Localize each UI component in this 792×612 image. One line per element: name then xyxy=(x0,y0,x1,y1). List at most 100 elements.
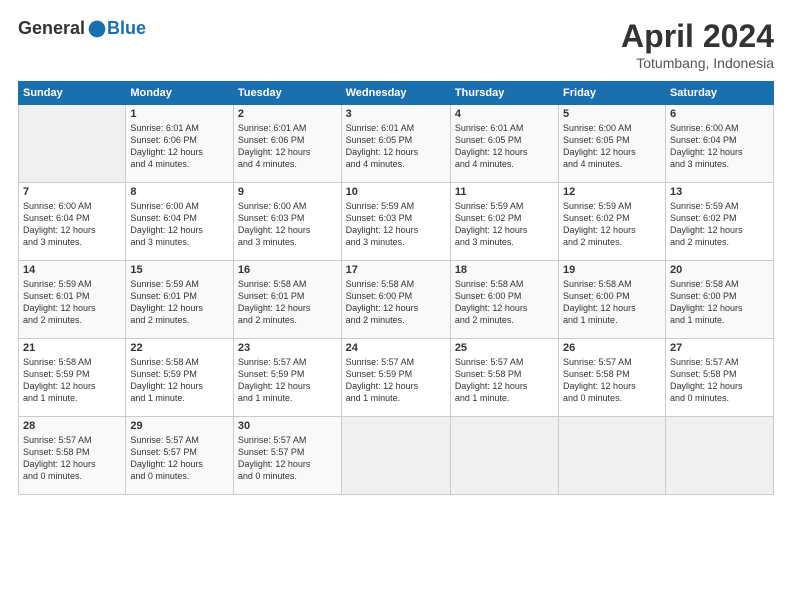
table-row: 29 Sunrise: 5:57 AM Sunset: 5:57 PM Dayli… xyxy=(126,417,234,495)
day-info: Sunrise: 5:58 AM Sunset: 6:00 PM Dayligh… xyxy=(455,278,554,327)
table-row: 22 Sunrise: 5:58 AM Sunset: 5:59 PM Dayli… xyxy=(126,339,234,417)
day-number: 21 xyxy=(23,342,121,354)
calendar-header-row: Sunday Monday Tuesday Wednesday Thursday… xyxy=(19,82,774,105)
day-number: 20 xyxy=(670,264,769,276)
day-number: 23 xyxy=(238,342,337,354)
col-monday: Monday xyxy=(126,82,234,105)
day-info: Sunrise: 5:58 AM Sunset: 5:59 PM Dayligh… xyxy=(23,356,121,405)
day-info: Sunrise: 5:57 AM Sunset: 5:58 PM Dayligh… xyxy=(670,356,769,405)
day-info: Sunrise: 6:00 AM Sunset: 6:04 PM Dayligh… xyxy=(670,122,769,171)
table-row: 20 Sunrise: 5:58 AM Sunset: 6:00 PM Dayli… xyxy=(665,261,773,339)
table-row: 13 Sunrise: 5:59 AM Sunset: 6:02 PM Dayli… xyxy=(665,183,773,261)
day-info: Sunrise: 5:58 AM Sunset: 6:00 PM Dayligh… xyxy=(670,278,769,327)
day-number: 8 xyxy=(130,186,229,198)
day-info: Sunrise: 5:58 AM Sunset: 6:00 PM Dayligh… xyxy=(563,278,661,327)
table-row: 5Sunrise: 6:00 AM Sunset: 6:05 PM Daylig… xyxy=(559,105,666,183)
col-sunday: Sunday xyxy=(19,82,126,105)
page: General Blue April 2024 Totumbang, Indon… xyxy=(0,0,792,612)
table-row: 7 Sunrise: 6:00 AM Sunset: 6:04 PM Daylig… xyxy=(19,183,126,261)
logo: General Blue xyxy=(18,18,146,39)
logo-general: General xyxy=(18,18,85,39)
table-row: 26 Sunrise: 5:57 AM Sunset: 5:58 PM Dayli… xyxy=(559,339,666,417)
table-row: 28 Sunrise: 5:57 AM Sunset: 5:58 PM Dayli… xyxy=(19,417,126,495)
day-info: Sunrise: 5:57 AM Sunset: 5:58 PM Dayligh… xyxy=(23,434,121,483)
day-number: 18 xyxy=(455,264,554,276)
day-info: Sunrise: 5:59 AM Sunset: 6:03 PM Dayligh… xyxy=(346,200,446,249)
col-tuesday: Tuesday xyxy=(233,82,341,105)
table-row: 11Sunrise: 5:59 AM Sunset: 6:02 PM Dayli… xyxy=(450,183,558,261)
col-wednesday: Wednesday xyxy=(341,82,450,105)
table-row: 9 Sunrise: 6:00 AM Sunset: 6:03 PM Daylig… xyxy=(233,183,341,261)
table-row: 19 Sunrise: 5:58 AM Sunset: 6:00 PM Dayli… xyxy=(559,261,666,339)
location: Totumbang, Indonesia xyxy=(621,55,774,71)
day-number: 26 xyxy=(563,342,661,354)
day-number: 24 xyxy=(346,342,446,354)
day-number: 4 xyxy=(455,108,554,120)
day-number: 7 xyxy=(23,186,121,198)
table-row: 3 Sunrise: 6:01 AM Sunset: 6:05 PM Daylig… xyxy=(341,105,450,183)
day-number: 2 xyxy=(238,108,337,120)
day-info: Sunrise: 5:58 AM Sunset: 6:01 PM Dayligh… xyxy=(238,278,337,327)
table-row: 8 Sunrise: 6:00 AM Sunset: 6:04 PM Daylig… xyxy=(126,183,234,261)
table-row xyxy=(665,417,773,495)
day-number: 12 xyxy=(563,186,661,198)
day-info: Sunrise: 5:57 AM Sunset: 5:57 PM Dayligh… xyxy=(238,434,337,483)
col-saturday: Saturday xyxy=(665,82,773,105)
calendar-week-row: 28 Sunrise: 5:57 AM Sunset: 5:58 PM Dayli… xyxy=(19,417,774,495)
day-info: Sunrise: 5:58 AM Sunset: 6:00 PM Dayligh… xyxy=(346,278,446,327)
table-row: 16Sunrise: 5:58 AM Sunset: 6:01 PM Dayli… xyxy=(233,261,341,339)
day-info: Sunrise: 5:57 AM Sunset: 5:59 PM Dayligh… xyxy=(238,356,337,405)
day-number: 19 xyxy=(563,264,661,276)
col-thursday: Thursday xyxy=(450,82,558,105)
calendar-week-row: 21 Sunrise: 5:58 AM Sunset: 5:59 PM Dayli… xyxy=(19,339,774,417)
day-info: Sunrise: 6:00 AM Sunset: 6:03 PM Dayligh… xyxy=(238,200,337,249)
table-row: 27Sunrise: 5:57 AM Sunset: 5:58 PM Dayli… xyxy=(665,339,773,417)
table-row: 24Sunrise: 5:57 AM Sunset: 5:59 PM Dayli… xyxy=(341,339,450,417)
logo-text: General Blue xyxy=(18,18,146,39)
logo-icon xyxy=(87,19,107,39)
table-row: 18 Sunrise: 5:58 AM Sunset: 6:00 PM Dayli… xyxy=(450,261,558,339)
table-row xyxy=(559,417,666,495)
day-number: 28 xyxy=(23,420,121,432)
table-row: 15 Sunrise: 5:59 AM Sunset: 6:01 PM Dayli… xyxy=(126,261,234,339)
calendar-week-row: 7 Sunrise: 6:00 AM Sunset: 6:04 PM Daylig… xyxy=(19,183,774,261)
table-row: 10 Sunrise: 5:59 AM Sunset: 6:03 PM Dayli… xyxy=(341,183,450,261)
day-number: 9 xyxy=(238,186,337,198)
table-row: 6 Sunrise: 6:00 AM Sunset: 6:04 PM Daylig… xyxy=(665,105,773,183)
col-friday: Friday xyxy=(559,82,666,105)
calendar-week-row: 14 Sunrise: 5:59 AM Sunset: 6:01 PM Dayli… xyxy=(19,261,774,339)
day-info: Sunrise: 5:57 AM Sunset: 5:57 PM Dayligh… xyxy=(130,434,229,483)
table-row: 14Sunrise: 5:59 AM Sunset: 6:01 PM Dayli… xyxy=(19,261,126,339)
day-number: 11 xyxy=(455,186,554,198)
table-row: 2 Sunrise: 6:01 AM Sunset: 6:06 PM Daylig… xyxy=(233,105,341,183)
day-number: 13 xyxy=(670,186,769,198)
day-number: 6 xyxy=(670,108,769,120)
day-info: Sunrise: 5:58 AM Sunset: 5:59 PM Dayligh… xyxy=(130,356,229,405)
day-info: Sunrise: 5:57 AM Sunset: 5:58 PM Dayligh… xyxy=(563,356,661,405)
day-number: 10 xyxy=(346,186,446,198)
table-row xyxy=(341,417,450,495)
table-row: 21 Sunrise: 5:58 AM Sunset: 5:59 PM Dayli… xyxy=(19,339,126,417)
month-title: April 2024 xyxy=(621,18,774,55)
day-info: Sunrise: 5:59 AM Sunset: 6:01 PM Dayligh… xyxy=(130,278,229,327)
table-row: 25Sunrise: 5:57 AM Sunset: 5:58 PM Dayli… xyxy=(450,339,558,417)
day-number: 14 xyxy=(23,264,121,276)
day-info: Sunrise: 6:01 AM Sunset: 6:05 PM Dayligh… xyxy=(346,122,446,171)
day-info: Sunrise: 6:00 AM Sunset: 6:04 PM Dayligh… xyxy=(130,200,229,249)
day-number: 25 xyxy=(455,342,554,354)
day-number: 22 xyxy=(130,342,229,354)
day-info: Sunrise: 6:01 AM Sunset: 6:06 PM Dayligh… xyxy=(238,122,337,171)
logo-blue: Blue xyxy=(107,18,146,39)
table-row: 17Sunrise: 5:58 AM Sunset: 6:00 PM Dayli… xyxy=(341,261,450,339)
day-number: 15 xyxy=(130,264,229,276)
day-number: 5 xyxy=(563,108,661,120)
table-row: 30 Sunrise: 5:57 AM Sunset: 5:57 PM Dayli… xyxy=(233,417,341,495)
day-number: 30 xyxy=(238,420,337,432)
day-number: 3 xyxy=(346,108,446,120)
day-number: 29 xyxy=(130,420,229,432)
calendar: Sunday Monday Tuesday Wednesday Thursday… xyxy=(18,81,774,495)
day-info: Sunrise: 6:00 AM Sunset: 6:04 PM Dayligh… xyxy=(23,200,121,249)
table-row: 12Sunrise: 5:59 AM Sunset: 6:02 PM Dayli… xyxy=(559,183,666,261)
table-row: 23 Sunrise: 5:57 AM Sunset: 5:59 PM Dayli… xyxy=(233,339,341,417)
day-info: Sunrise: 5:59 AM Sunset: 6:02 PM Dayligh… xyxy=(670,200,769,249)
